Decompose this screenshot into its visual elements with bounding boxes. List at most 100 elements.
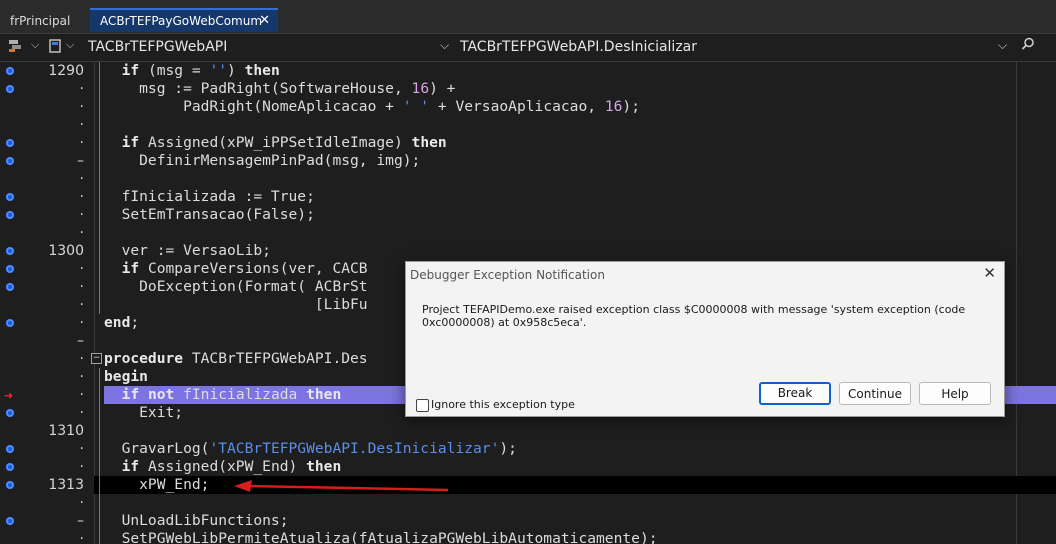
code-line[interactable]: 1313 xPW_End; (0, 476, 1056, 494)
dialog-title: Debugger Exception Notification (410, 268, 605, 282)
code-line[interactable]: · if Assigned(xPW_iPPSetIdleImage) then (0, 134, 1056, 152)
class-selector[interactable]: TACBrTEFPGWebAPI (88, 39, 227, 55)
line-number: · (79, 459, 84, 475)
compiled-line-marker-icon[interactable] (6, 67, 14, 75)
code-line[interactable]: · fInicializada := True; (0, 188, 1056, 206)
line-highlight (104, 422, 1056, 440)
break-button[interactable]: Break (759, 382, 831, 405)
code-text: begin (104, 368, 148, 385)
line-number: · (79, 81, 84, 97)
method-selector[interactable]: TACBrTEFPGWebAPI.DesInicializar (460, 39, 697, 55)
code-line[interactable]: – UnLoadLibFunctions; (0, 512, 1056, 530)
code-line[interactable]: · GravarLog('TACBrTEFPGWebAPI.DesInicial… (0, 440, 1056, 458)
help-button[interactable]: Help (919, 382, 991, 405)
line-number: · (79, 117, 84, 133)
code-line[interactable]: · SetPGWebLibPermiteAtualiza(fAtualizaPG… (0, 530, 1056, 544)
compiled-line-marker-icon[interactable] (6, 319, 14, 327)
search-icon[interactable] (1021, 37, 1035, 55)
line-number: · (79, 405, 84, 421)
class-icon (48, 39, 62, 57)
code-text: SetPGWebLibPermiteAtualiza(fAtualizaPGWe… (104, 530, 658, 544)
code-line[interactable]: · (0, 494, 1056, 512)
chevron-down-icon[interactable]: ⌵ (31, 38, 39, 52)
line-number: · (79, 99, 84, 115)
code-line[interactable]: 1310 (0, 422, 1056, 440)
compiled-line-marker-icon[interactable] (6, 193, 14, 201)
compiled-line-marker-icon[interactable] (6, 211, 14, 219)
line-number: · (79, 279, 84, 295)
line-number: · (79, 207, 84, 223)
line-number: · (79, 135, 84, 151)
compiled-line-marker-icon[interactable] (6, 481, 14, 489)
fold-guide (99, 368, 100, 544)
code-text: DefinirMensagemPinPad(msg, img); (104, 152, 421, 169)
line-number: · (79, 189, 84, 205)
line-number: · (79, 225, 84, 241)
chevron-down-icon[interactable]: ⌵ (440, 38, 449, 53)
code-text: if (msg = '') then (121, 62, 280, 79)
line-number: · (79, 171, 84, 187)
line-number: · (79, 297, 84, 313)
code-line[interactable]: · if Assigned(xPW_End) then (0, 458, 1056, 476)
code-text: PadRight(NomeAplicacao + ' ' + VersaoApl… (104, 98, 640, 115)
line-number: 1313 (48, 477, 84, 493)
code-text: if Assigned(xPW_iPPSetIdleImage) then (121, 134, 447, 151)
tab-acbrtefpaygowebcomum[interactable]: ACBrTEFPayGoWebComum ✕ (90, 8, 278, 32)
code-navigator-bar: ⌵ ⌵ TACBrTEFPGWebAPI ⌵ TACBrTEFPGWebAPI.… (0, 34, 1056, 62)
tab-frprincipal[interactable]: frPrincipal (0, 10, 90, 32)
code-text: [LibFu (104, 296, 368, 313)
line-number: · (79, 351, 84, 367)
code-line[interactable]: · msg := PadRight(SoftwareHouse, 16) + (0, 80, 1056, 98)
debugger-exception-dialog: Debugger Exception Notification ✕ Projec… (405, 261, 1005, 417)
code-line[interactable]: · SetEmTransacao(False); (0, 206, 1056, 224)
line-number: · (79, 495, 84, 511)
code-text: SetEmTransacao(False); (104, 206, 315, 223)
compiled-line-marker-icon[interactable] (6, 85, 14, 93)
ignore-exception-checkbox[interactable] (416, 399, 429, 412)
code-text: DoException(Format( ACBrSt (104, 278, 368, 295)
code-line[interactable]: · (0, 170, 1056, 188)
fold-guide (99, 62, 100, 314)
code-line[interactable]: – DefinirMensagemPinPad(msg, img); (0, 152, 1056, 170)
compiled-line-marker-icon[interactable] (6, 265, 14, 273)
compiled-line-marker-icon[interactable] (6, 139, 14, 147)
line-number: · (79, 261, 84, 277)
compiled-line-marker-icon[interactable] (6, 463, 14, 471)
code-line[interactable]: · (0, 116, 1056, 134)
fold-toggle-icon[interactable]: − (91, 353, 102, 364)
code-text: end; (104, 314, 140, 331)
line-number: · (79, 441, 84, 457)
code-text: ver := VersaoLib; (104, 242, 271, 259)
chevron-down-icon[interactable]: ⌵ (998, 38, 1007, 53)
structure-view-icon[interactable] (8, 39, 24, 57)
line-number: · (79, 315, 84, 331)
line-number: – (77, 513, 84, 529)
continue-button[interactable]: Continue (839, 382, 911, 405)
line-highlight (104, 224, 1056, 242)
code-text: procedure TACBrTEFPGWebAPI.Des (104, 350, 368, 367)
ignore-exception-label[interactable]: Ignore this exception type (431, 398, 575, 411)
compiled-line-marker-icon[interactable] (6, 283, 14, 291)
code-line[interactable]: 1300 ver := VersaoLib; (0, 242, 1056, 260)
compiled-line-marker-icon[interactable] (6, 157, 14, 165)
chevron-down-icon[interactable]: ⌵ (66, 38, 74, 52)
tab-label: ACBrTEFPayGoWebComum (100, 14, 263, 28)
line-number: 1300 (48, 243, 84, 259)
code-line[interactable]: 1290 if (msg = '') then (0, 62, 1056, 80)
code-line[interactable]: · (0, 224, 1056, 242)
red-arrow-annotation (234, 480, 449, 492)
close-icon[interactable]: ✕ (983, 264, 996, 282)
tab-close-icon[interactable]: ✕ (259, 10, 270, 32)
line-highlight (104, 170, 1056, 188)
line-number: – (77, 153, 84, 169)
line-number: 1290 (48, 63, 84, 79)
compiled-line-marker-icon[interactable] (6, 445, 14, 453)
code-line[interactable]: · PadRight(NomeAplicacao + ' ' + VersaoA… (0, 98, 1056, 116)
code-text: if CompareVersions(ver, CACB (121, 260, 368, 277)
line-number: · (79, 369, 84, 385)
compiled-line-marker-icon[interactable] (6, 409, 14, 417)
compiled-line-marker-icon[interactable] (6, 247, 14, 255)
compiled-line-marker-icon[interactable] (6, 517, 14, 525)
execution-point-icon[interactable]: ➜ (4, 389, 13, 402)
code-text: if Assigned(xPW_End) then (121, 458, 342, 475)
